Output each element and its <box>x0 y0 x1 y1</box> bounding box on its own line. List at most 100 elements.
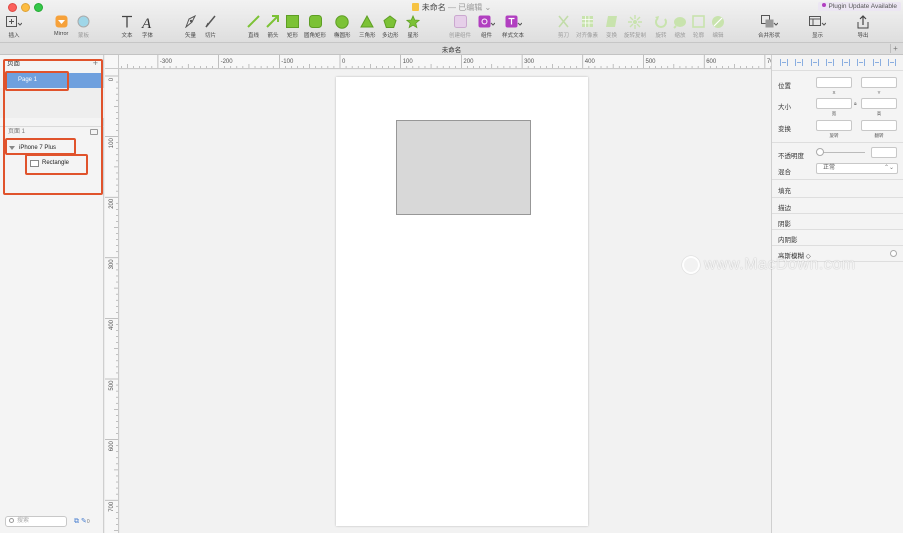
tool-symbol[interactable]: 组件 <box>478 13 495 39</box>
tool-triangle[interactable]: 三角形 <box>359 13 376 39</box>
position-y-field[interactable] <box>861 77 897 88</box>
distribute-vertical-icon[interactable] <box>888 59 897 66</box>
tool-rotate-copies[interactable]: 旋转复制 <box>624 13 646 39</box>
opacity-field[interactable] <box>871 147 897 158</box>
ruler-label: 400 <box>109 319 115 330</box>
mask-icon <box>77 13 90 30</box>
tool-oval[interactable]: 椭圆形 <box>334 13 351 39</box>
blend-mode-select[interactable]: 正常 ⌃⌄ <box>816 163 898 174</box>
font-icon: A <box>141 13 154 30</box>
star-icon <box>406 13 420 30</box>
tool-combine-shapes-label: 合并形状 <box>758 33 781 39</box>
layer-rectangle-label: Rectangle <box>42 160 70 166</box>
search-placeholder: 搜索 <box>17 518 30 524</box>
tool-edit[interactable]: 编辑 <box>711 13 725 39</box>
tool-export[interactable]: 导出 <box>857 13 869 39</box>
tool-font[interactable]: A 字体 <box>141 13 154 40</box>
tool-mirror-label: Mirror <box>54 31 69 37</box>
new-tab-button[interactable]: + <box>890 44 900 53</box>
tool-slice[interactable]: 切片 <box>204 13 217 39</box>
divider <box>772 213 903 214</box>
tool-mirror[interactable]: Mirror <box>54 13 68 37</box>
tool-vector[interactable]: 矢量 <box>184 13 197 39</box>
fills-section[interactable]: 填充 <box>778 185 791 195</box>
vertical-ruler-ticks: 0 100 200 300 400 500 600 700 <box>105 75 118 531</box>
tool-create-symbol-label: 创建组件 <box>449 33 472 39</box>
tool-star[interactable]: 星形 <box>406 13 420 39</box>
add-page-button[interactable]: + <box>93 58 98 68</box>
tool-mask-label: 蒙板 <box>77 33 89 39</box>
rotation-field[interactable] <box>816 120 852 131</box>
flip-buttons[interactable] <box>861 120 897 131</box>
opacity-slider-track[interactable] <box>818 152 865 153</box>
page-item-page-1[interactable]: Page 1 <box>5 73 101 88</box>
layer-search-input[interactable]: 搜索 <box>5 516 67 527</box>
position-x-caption: X <box>832 90 836 95</box>
tool-text-style[interactable]: 样式文本 <box>502 13 524 39</box>
collapse-icon[interactable] <box>90 129 98 135</box>
canvas[interactable] <box>120 70 771 533</box>
plugin-update-label: Plugin Update Available <box>828 3 897 10</box>
layer-filter-controls[interactable]: ⧉ ✎0 <box>74 517 90 526</box>
tool-mask[interactable]: 蒙板 <box>77 13 90 39</box>
tool-insert[interactable]: 插入 <box>6 13 22 39</box>
tool-insert-label: 插入 <box>8 33 20 39</box>
width-field[interactable] <box>816 98 852 109</box>
disclosure-triangle-icon[interactable] <box>9 146 15 150</box>
plugin-update-badge[interactable]: Plugin Update Available <box>818 2 901 11</box>
shadows-section[interactable]: 阴影 <box>778 218 791 228</box>
document-tab-bar: 未命名 + <box>0 43 903 55</box>
tool-triangle-label: 三角形 <box>359 33 376 39</box>
ruler-label: 600 <box>109 441 115 452</box>
opacity-slider-knob[interactable] <box>816 148 824 156</box>
tool-scissors[interactable]: 剪刀 <box>557 13 570 39</box>
layer-rectangle[interactable]: Rectangle <box>6 157 101 170</box>
tool-round-pixel[interactable]: 对齐像素 <box>576 13 598 39</box>
ruler-label: 500 <box>109 380 115 391</box>
align-bottom-icon[interactable] <box>872 59 881 66</box>
tool-rounded-rect[interactable]: 圆角矩形 <box>304 13 326 39</box>
ruler-label: 500 <box>646 59 657 65</box>
document-icon <box>411 3 419 11</box>
tool-scale-label: 缩放 <box>674 33 686 39</box>
layer-artboard-iphone-7-plus[interactable]: iPhone 7 Plus <box>6 142 101 154</box>
vertical-ruler[interactable]: 0 100 200 300 400 500 600 700 <box>105 69 119 533</box>
position-y-caption: Y <box>877 90 881 95</box>
lock-ratio-icon[interactable]: 🔒︎ <box>854 101 857 107</box>
rectangle-shape[interactable] <box>396 120 531 215</box>
tool-transform[interactable]: 变换 <box>605 13 618 39</box>
tool-line[interactable]: 直线 <box>247 13 260 39</box>
inner-shadows-section[interactable]: 内阴影 <box>778 234 798 244</box>
tool-view[interactable]: 显示 <box>809 13 826 39</box>
blur-section[interactable]: 高斯模糊 ◇ <box>778 250 811 260</box>
align-middle-icon[interactable] <box>857 59 866 66</box>
tool-create-symbol[interactable]: 创建组件 <box>449 13 471 39</box>
align-center-icon[interactable] <box>795 59 804 66</box>
tool-outline[interactable]: 轮廓 <box>692 13 705 39</box>
tool-rectangle[interactable]: 矩形 <box>286 13 299 39</box>
align-top-icon[interactable] <box>841 59 850 66</box>
blur-toggle[interactable] <box>890 250 897 257</box>
tool-text[interactable]: 文本 <box>121 13 133 39</box>
tool-rotate[interactable]: 旋转 <box>654 13 668 39</box>
document-title[interactable]: 未命名 — 已编辑 ⌄ <box>0 2 903 13</box>
tool-scale[interactable]: 缩放 <box>673 13 687 39</box>
position-x-field[interactable] <box>816 77 852 88</box>
insert-icon <box>6 13 22 30</box>
artboard-iphone-7-plus[interactable] <box>336 77 588 526</box>
distribute-horizontal-icon[interactable] <box>826 59 835 66</box>
tool-arrow[interactable]: 箭头 <box>266 13 280 39</box>
height-field[interactable] <box>861 98 897 109</box>
align-right-icon[interactable] <box>810 59 819 66</box>
borders-section[interactable]: 描边 <box>778 202 791 212</box>
horizontal-ruler[interactable]: -300-200-1000100200300400500600700 <box>105 55 771 69</box>
align-left-icon[interactable] <box>779 59 788 66</box>
tool-combine-shapes[interactable]: 合并形状 <box>758 13 780 39</box>
document-tab[interactable]: 未命名 <box>0 44 903 54</box>
ruler-corner <box>105 55 119 69</box>
filter-icon[interactable]: ⧉ <box>74 518 79 525</box>
plugin-dot-icon <box>822 3 827 7</box>
tool-polygon[interactable]: 多边形 <box>382 13 399 39</box>
divider <box>772 197 903 198</box>
tool-export-label: 导出 <box>857 33 869 39</box>
